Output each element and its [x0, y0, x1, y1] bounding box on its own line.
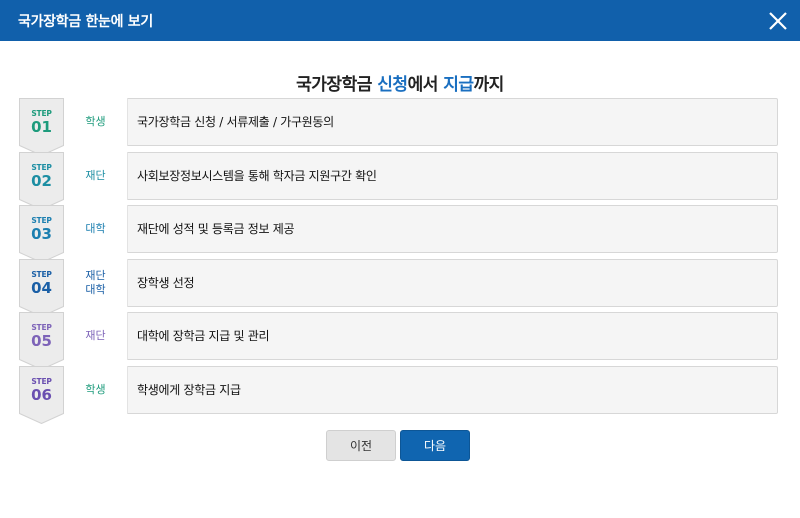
step-item: STEP 06 학생 학생에게 장학금 지급 [19, 365, 778, 424]
step-description: 학생에게 장학금 지급 [137, 382, 241, 397]
step-number: 01 [31, 118, 52, 136]
step-label: STEP [31, 269, 52, 279]
title-part: 에서 [407, 75, 444, 95]
step-label: STEP [31, 162, 52, 172]
actor-text: 대학 [85, 282, 106, 296]
step-number: 05 [31, 332, 52, 350]
step-box [19, 258, 778, 307]
close-icon [769, 12, 787, 30]
step-badge: STEP 03 [19, 205, 64, 263]
step-box [19, 98, 778, 146]
step-badge: STEP 01 [19, 98, 64, 156]
step-actor: 재단 [64, 151, 128, 200]
step-description: 대학에 장학금 지급 및 관리 [137, 329, 270, 343]
step-label: STEP [31, 109, 52, 118]
step-number: 02 [31, 171, 52, 190]
step-badge: STEP 04 [19, 258, 64, 317]
step-description: 사회보장정보시스템을 통해 학자금 지원구간 확인 [137, 168, 377, 183]
step-list: STEP 01 학생 국가장학금 신청 / 서류제출 / 가구원동의 STEP … [19, 98, 778, 424]
step-label: STEP [31, 376, 52, 386]
step-number: 03 [31, 225, 52, 243]
actor-text: 학생 [85, 382, 106, 396]
step-box [19, 151, 778, 200]
page-title: 국가장학금 신청에서 지급까지 [0, 70, 800, 95]
step-actor: 재단 대학 [64, 258, 128, 307]
step-actor: 재단 [64, 312, 128, 360]
actor-text: 재단 [85, 168, 106, 182]
title-part: 국가장학금 [296, 75, 378, 95]
dialog-header: 국가장학금 한눈에 보기 [0, 0, 800, 41]
actor-text: 재단 [85, 268, 106, 282]
title-highlight-apply: 신청 [377, 75, 408, 95]
close-button[interactable] [766, 9, 790, 33]
step-description: 장학생 선정 [137, 275, 195, 290]
step-label: STEP [31, 216, 52, 225]
actor-text: 대학 [85, 222, 106, 235]
step-item: STEP 05 재단 대학에 장학금 지급 및 관리 [19, 312, 778, 370]
step-actor: 학생 [64, 98, 128, 146]
step-item: STEP 03 대학 재단에 성적 및 등록금 정보 제공 [19, 205, 778, 263]
next-button[interactable]: 다음 [400, 430, 470, 461]
step-box [19, 365, 778, 414]
step-box [19, 205, 778, 253]
step-description: 재단에 성적 및 등록금 정보 제공 [137, 222, 295, 236]
step-number: 04 [31, 278, 52, 297]
title-part: 까지 [473, 75, 505, 95]
title-highlight-pay: 지급 [443, 75, 474, 95]
step-item: STEP 04 재단 대학 장학생 선정 [19, 258, 778, 317]
step-item: STEP 02 재단 사회보장정보시스템을 통해 학자금 지원구간 확인 [19, 151, 778, 210]
actor-text: 학생 [85, 115, 106, 128]
step-label: STEP [31, 323, 52, 332]
step-actor: 대학 [64, 205, 128, 253]
prev-button[interactable]: 이전 [326, 430, 396, 461]
step-badge: STEP 02 [19, 151, 64, 210]
button-bar: 이전 다음 [0, 430, 800, 462]
step-badge: STEP 06 [19, 365, 64, 424]
step-item: STEP 01 학생 국가장학금 신청 / 서류제출 / 가구원동의 [19, 98, 778, 156]
actor-text: 재단 [85, 329, 106, 342]
step-number: 06 [31, 385, 52, 404]
step-box [19, 312, 778, 360]
dialog-title: 국가장학금 한눈에 보기 [18, 14, 153, 30]
step-badge: STEP 05 [19, 312, 64, 370]
step-actor: 학생 [64, 365, 128, 414]
step-description: 국가장학금 신청 / 서류제출 / 가구원동의 [137, 115, 334, 129]
